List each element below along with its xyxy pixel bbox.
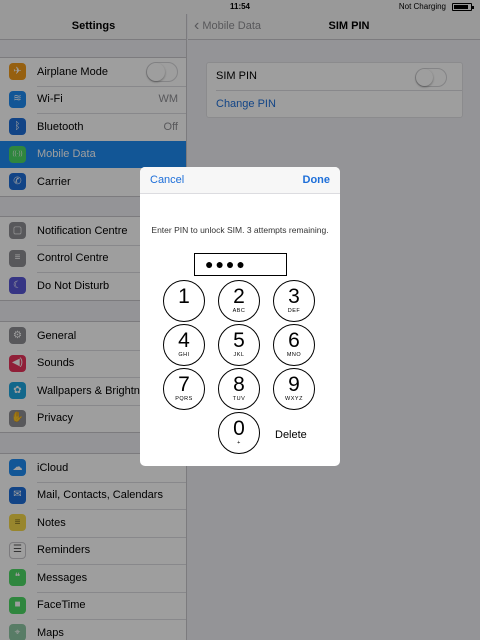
key-digit: 1 (178, 285, 190, 308)
keypad-key-4[interactable]: 4 GHI (163, 324, 205, 366)
keypad-key-7[interactable]: 7 PQRS (163, 368, 205, 410)
key-letters: TUV (232, 396, 246, 402)
pin-input[interactable]: ●●●● (194, 253, 287, 276)
delete-button[interactable]: Delete (275, 429, 307, 441)
key-digit: 2 (233, 285, 245, 308)
keypad-key-8[interactable]: 8 TUV (218, 368, 260, 410)
key-letters: WXYZ (285, 396, 303, 402)
key-letters: DEF (287, 308, 301, 314)
key-digit: 3 (288, 285, 300, 308)
dialog-toolbar: Cancel Done (140, 167, 340, 194)
keypad-key-5[interactable]: 5 JKL (218, 324, 260, 366)
key-letters: GHI (178, 352, 190, 358)
key-letters: + (237, 440, 241, 446)
pin-prompt: Enter PIN to unlock SIM. 3 attempts rema… (151, 225, 329, 235)
cancel-button[interactable]: Cancel (150, 174, 184, 186)
key-letters: PQRS (175, 396, 193, 402)
keypad-key-0[interactable]: 0 + (218, 412, 260, 454)
key-digit: 7 (178, 373, 190, 396)
done-button[interactable]: Done (303, 174, 331, 186)
key-digit: 6 (288, 329, 300, 352)
key-digit: 8 (233, 373, 245, 396)
key-digit: 0 (233, 417, 245, 440)
keypad-key-6[interactable]: 6 MNO (273, 324, 315, 366)
keypad-key-3[interactable]: 3 DEF (273, 280, 315, 322)
key-digit: 5 (233, 329, 245, 352)
keypad-key-1[interactable]: 1 (163, 280, 205, 322)
key-digit: 9 (288, 373, 300, 396)
keypad-key-9[interactable]: 9 WXYZ (273, 368, 315, 410)
key-digit: 4 (178, 329, 190, 352)
key-letters: MNO (286, 352, 302, 358)
sim-pin-dialog: Cancel Done Enter PIN to unlock SIM. 3 a… (140, 167, 340, 466)
key-letters: ABC (232, 308, 246, 314)
key-letters: JKL (233, 352, 245, 358)
keypad-key-2[interactable]: 2 ABC (218, 280, 260, 322)
